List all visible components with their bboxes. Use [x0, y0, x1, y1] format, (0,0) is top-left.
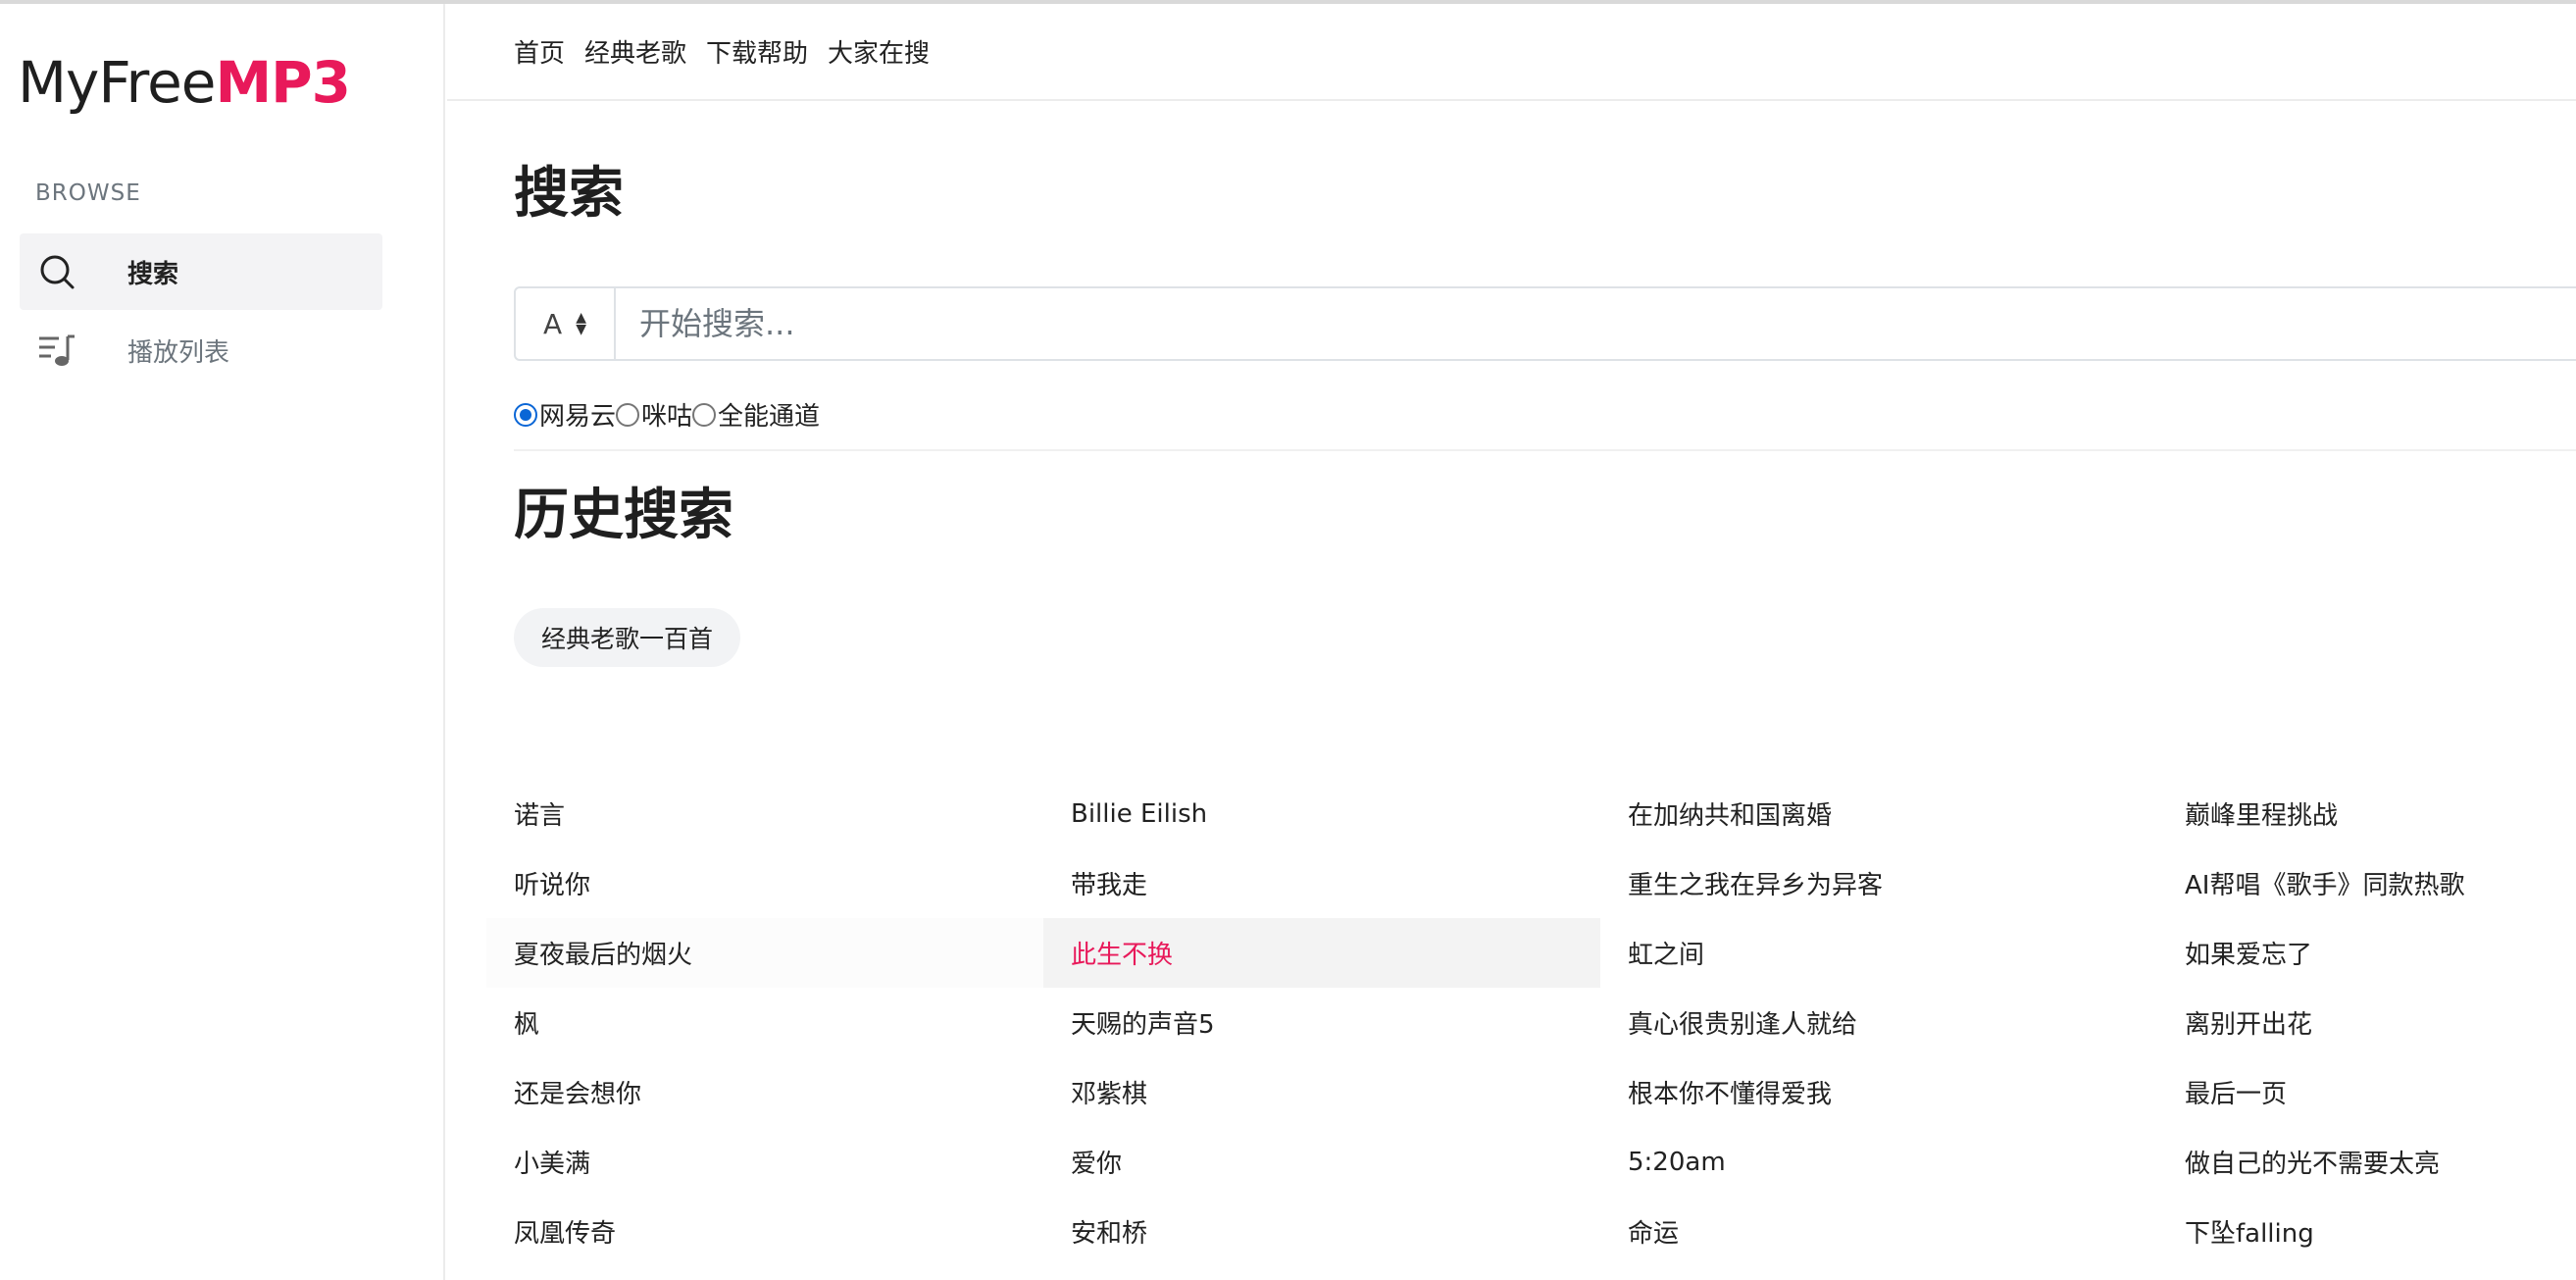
- hot-search-item[interactable]: 虹之间: [1600, 918, 2157, 988]
- search-bar: A ▲ ▼: [514, 286, 2576, 361]
- search-mode-select[interactable]: A ▲ ▼: [516, 288, 616, 359]
- search-mode-value: A: [543, 307, 563, 340]
- hot-search-item[interactable]: 5:20am: [1600, 1127, 2157, 1197]
- hot-search-item[interactable]: AI帮唱《歌手》同款热歌: [2157, 848, 2576, 918]
- search-title: 搜索: [514, 162, 624, 226]
- hot-search-item[interactable]: 如果爱忘了: [2157, 918, 2576, 988]
- hot-search-item[interactable]: 邓紫棋: [1043, 1057, 1600, 1127]
- sidebar-item-label: 搜索: [127, 259, 179, 289]
- search-input[interactable]: [616, 288, 2576, 359]
- radio-button[interactable]: [514, 402, 537, 427]
- brand-logo[interactable]: MyFreeMP3: [18, 49, 351, 116]
- hot-search-item[interactable]: 重生之我在异乡为异客: [1600, 848, 2157, 918]
- nav-link-home[interactable]: 首页: [514, 33, 565, 70]
- top-navigation: 首页 经典老歌 下载帮助 大家在搜: [447, 4, 2576, 101]
- radio-label: 网易云: [539, 402, 617, 432]
- hot-search-item[interactable]: 枫: [486, 988, 1043, 1057]
- hot-search-item[interactable]: 带我走: [1043, 848, 1600, 918]
- hot-search-item[interactable]: 下坠falling: [2157, 1197, 2576, 1266]
- nav-link-classic-songs[interactable]: 经典老歌: [584, 33, 686, 70]
- radio-button[interactable]: [692, 402, 717, 427]
- hot-search-item[interactable]: 小美满: [486, 1127, 1043, 1197]
- nav-link-download-help[interactable]: 下载帮助: [706, 33, 808, 70]
- hot-search-item[interactable]: Billie Eilish: [1043, 779, 1600, 848]
- hot-search-item[interactable]: 凤凰传奇: [486, 1197, 1043, 1266]
- section-divider: [514, 449, 2576, 451]
- hot-search-item[interactable]: 此生不换: [1043, 918, 1600, 988]
- hot-search-item[interactable]: 爱你: [1043, 1127, 1600, 1197]
- sidebar-item-playlist[interactable]: 播放列表: [20, 312, 382, 388]
- source-radio-all-channel[interactable]: 全能通道: [692, 396, 820, 433]
- sidebar-item-search[interactable]: 搜索: [20, 233, 382, 310]
- brand-name-accent: MP3: [215, 49, 351, 116]
- hot-search-item[interactable]: 最后一页: [2157, 1057, 2576, 1127]
- source-radio-migu[interactable]: 咪咕: [616, 396, 692, 433]
- nav-link-trending[interactable]: 大家在搜: [828, 33, 930, 70]
- hot-search-item[interactable]: 命运: [1600, 1197, 2157, 1266]
- browse-section-label: BROWSE: [35, 180, 141, 206]
- hot-search-item[interactable]: 巅峰里程挑战: [2157, 779, 2576, 848]
- hot-search-item[interactable]: 天赐的声音5: [1043, 988, 1600, 1057]
- hot-search-item[interactable]: 听说你: [486, 848, 1043, 918]
- radio-label: 咪咕: [641, 402, 693, 432]
- radio-button[interactable]: [616, 402, 640, 427]
- brand-name: MyFree: [18, 49, 216, 116]
- hot-search-item[interactable]: 离别开出花: [2157, 988, 2576, 1057]
- hot-search-item[interactable]: 夏夜最后的烟火: [486, 918, 1043, 988]
- hot-search-item[interactable]: 安和桥: [1043, 1197, 1600, 1266]
- sidebar-item-label: 播放列表: [127, 337, 230, 368]
- history-chip[interactable]: 经典老歌一百首: [514, 608, 741, 667]
- hot-search-item[interactable]: 根本你不懂得爱我: [1600, 1057, 2157, 1127]
- hot-search-item[interactable]: 在加纳共和国离婚: [1600, 779, 2157, 848]
- hot-search-item[interactable]: 做自己的光不需要太亮: [2157, 1127, 2576, 1197]
- source-radio-netease[interactable]: 网易云: [514, 396, 616, 433]
- select-arrows-icon: ▲ ▼: [576, 310, 586, 337]
- playlist-icon: [35, 329, 78, 372]
- history-title: 历史搜索: [514, 484, 733, 547]
- radio-label: 全能通道: [718, 402, 821, 432]
- hot-search-item[interactable]: 真心很贵别逢人就给: [1600, 988, 2157, 1057]
- search-icon: [35, 250, 78, 293]
- main-content: 首页 经典老歌 下载帮助 大家在搜 搜索 A ▲▼ 网易云 咪咕 全能通道 历史…: [447, 4, 2576, 1280]
- hot-search-item[interactable]: 诺言: [486, 779, 1043, 848]
- source-radio-group: 网易云 咪咕 全能通道: [514, 396, 820, 433]
- sidebar: MyFreeMP3 BROWSE 搜索 播放列表: [0, 4, 445, 1280]
- hot-search-item[interactable]: 还是会想你: [486, 1057, 1043, 1127]
